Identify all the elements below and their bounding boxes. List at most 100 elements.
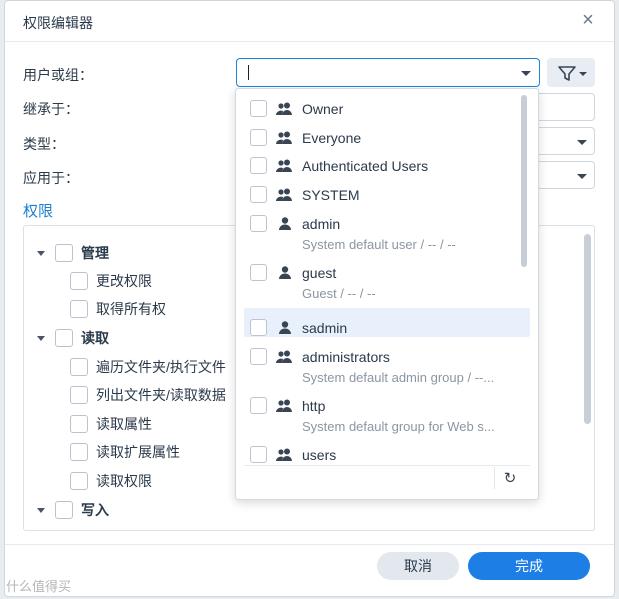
inherit-field [539, 93, 595, 121]
tree-node-read-ext-attributes[interactable]: 读取扩展属性 [70, 441, 180, 463]
expand-icon[interactable] [37, 250, 45, 256]
dropdown-item-system[interactable]: SYSTEM [236, 175, 524, 204]
dropdown-item-name: administrators [302, 349, 390, 365]
apply-to-label: 应用于： [23, 170, 79, 186]
checkbox[interactable] [55, 329, 73, 347]
tree-node-label: 更改权限 [96, 273, 152, 289]
footer-divider [5, 544, 614, 545]
dropdown-item-admin[interactable]: admin System default user / -- / -- [236, 204, 524, 253]
checkbox[interactable] [250, 100, 267, 117]
apply-to-select[interactable] [539, 161, 595, 189]
tree-node-traverse[interactable]: 遍历文件夹/执行文件 [70, 356, 226, 378]
dialog-title: 权限编辑器 [23, 15, 93, 31]
user-group-combobox[interactable] [236, 58, 540, 87]
filter-icon [558, 66, 587, 81]
checkbox[interactable] [250, 186, 267, 203]
dropdown-item-name: Owner [302, 101, 344, 117]
dropdown-item-name: guest [302, 265, 337, 281]
checkbox[interactable] [70, 300, 88, 318]
tree-node-label: 读取属性 [96, 416, 152, 432]
dropdown-item-name: admin [302, 216, 341, 232]
tree-node-label: 读取 [81, 330, 109, 346]
filter-button[interactable] [547, 58, 595, 87]
dropdown-item-name: Authenticated Users [302, 158, 429, 174]
tree-node-label: 取得所有权 [96, 301, 166, 317]
checkbox[interactable] [250, 215, 267, 232]
checkbox[interactable] [250, 319, 267, 336]
refresh-icon[interactable]: ↻ [500, 469, 520, 489]
checkbox[interactable] [250, 348, 267, 365]
tree-node-label: 写入 [81, 502, 109, 518]
dropdown-scrollbar[interactable] [521, 95, 527, 267]
dropdown-item-sadmin[interactable]: sadmin [244, 308, 530, 337]
done-button[interactable]: 完成 [468, 552, 590, 580]
checkbox[interactable] [70, 415, 88, 433]
dropdown-item-description: System default admin group / --... [302, 370, 495, 385]
checkbox[interactable] [250, 157, 267, 174]
group-icon [276, 131, 292, 144]
chevron-down-icon [577, 174, 587, 179]
user-group-dropdown: Owner Everyone Authenticated Users SYSTE… [235, 88, 539, 500]
tree-node-read-permissions[interactable]: 读取权限 [70, 470, 152, 492]
checkbox[interactable] [55, 244, 73, 262]
refresh-separator [494, 467, 495, 489]
close-icon[interactable]: × [577, 9, 599, 31]
dropdown-item-http[interactable]: http System default group for Web s... [236, 386, 524, 435]
permissions-link[interactable]: 权限 [23, 200, 53, 221]
tree-node-read-attributes[interactable]: 读取属性 [70, 413, 152, 435]
checkbox[interactable] [70, 386, 88, 404]
checkbox[interactable] [250, 264, 267, 281]
dropdown-item-name: sadmin [302, 320, 348, 336]
group-icon [276, 102, 292, 115]
checkbox[interactable] [250, 129, 267, 146]
inherit-label: 继承于： [23, 101, 79, 117]
tree-scrollbar[interactable] [584, 234, 591, 424]
checkbox[interactable] [70, 443, 88, 461]
expand-icon[interactable] [37, 335, 45, 341]
tree-node-change-permissions[interactable]: 更改权限 [70, 270, 152, 292]
tree-node-label: 管理 [81, 245, 109, 261]
dropdown-item-name: SYSTEM [302, 187, 360, 203]
dropdown-item-description: System default user / -- / -- [302, 237, 456, 252]
user-icon [279, 321, 291, 334]
checkbox[interactable] [70, 472, 88, 490]
tree-node-label: 列出文件夹/读取数据 [96, 387, 226, 403]
tree-node-manage[interactable]: 管理 [37, 242, 109, 264]
chevron-down-icon [577, 140, 587, 145]
dropdown-item-authenticated-users[interactable]: Authenticated Users [236, 146, 524, 175]
checkbox[interactable] [250, 397, 267, 414]
tree-node-label: 读取权限 [96, 473, 152, 489]
type-select[interactable] [539, 127, 595, 155]
chevron-down-icon[interactable] [521, 71, 531, 76]
header-divider [5, 41, 614, 42]
dropdown-item-guest[interactable]: guest Guest / -- / -- [236, 253, 524, 302]
group-icon [276, 399, 292, 412]
tree-node-list-folder[interactable]: 列出文件夹/读取数据 [70, 384, 226, 406]
dropdown-item-users[interactable]: users [236, 435, 524, 464]
checkbox[interactable] [55, 501, 73, 519]
group-icon [276, 159, 292, 172]
tree-node-read[interactable]: 读取 [37, 327, 109, 349]
dropdown-item-description: System default group for Web s... [302, 419, 495, 434]
dropdown-item-name: http [302, 398, 326, 414]
group-icon [276, 188, 292, 201]
expand-icon[interactable] [37, 507, 45, 513]
tree-node-write[interactable]: 写入 [37, 499, 109, 521]
dropdown-item-name: Everyone [302, 130, 362, 146]
dropdown-item-everyone[interactable]: Everyone [236, 118, 524, 147]
dropdown-item-description: Guest / -- / -- [302, 286, 376, 301]
checkbox[interactable] [70, 358, 88, 376]
type-label: 类型： [23, 136, 65, 152]
dropdown-item-owner[interactable]: Owner [236, 89, 524, 118]
cancel-button[interactable]: 取消 [377, 552, 459, 580]
tree-node-take-ownership[interactable]: 取得所有权 [70, 298, 166, 320]
group-icon [276, 350, 292, 363]
checkbox[interactable] [250, 446, 267, 463]
tree-node-label: 遍历文件夹/执行文件 [96, 359, 226, 375]
dropdown-item-administrators[interactable]: administrators System default admin grou… [236, 337, 524, 386]
user-icon [279, 217, 291, 230]
user-icon [279, 266, 291, 279]
checkbox[interactable] [70, 272, 88, 290]
user-group-label: 用户或组： [23, 67, 93, 83]
dropdown-footer-divider [244, 465, 530, 466]
